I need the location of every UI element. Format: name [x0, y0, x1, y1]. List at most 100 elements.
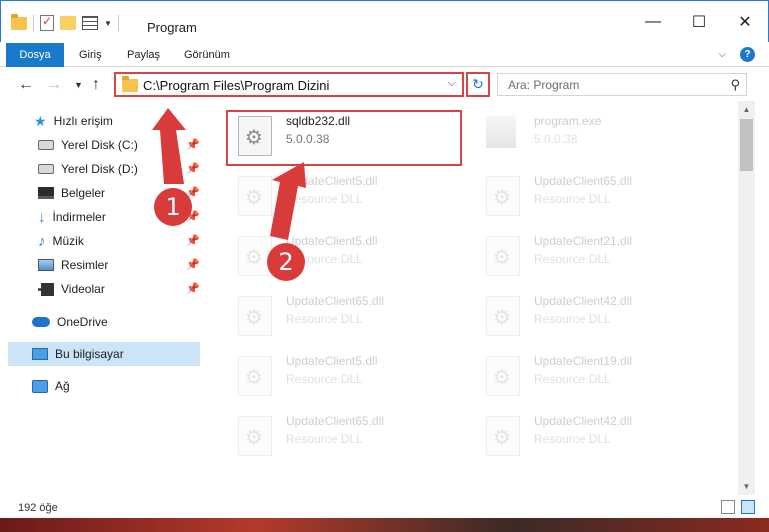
nav-label: Yerel Disk (C:) [61, 138, 138, 152]
close-button[interactable]: ✕ [722, 7, 768, 37]
nav-quick-access[interactable]: ★ Hızlı erişim [34, 110, 113, 132]
pin-icon[interactable]: 📌 [186, 138, 200, 151]
nav-this-pc[interactable]: Bu bilgisayar [32, 343, 124, 365]
file-name: UpdateClient5.dll [286, 354, 378, 368]
nav-item-local-disk-c[interactable]: Yerel Disk (C:) [38, 134, 138, 156]
nav-item-videos[interactable]: Videolar [38, 278, 105, 300]
title-bar: ▼ Program — ☐ ✕ [0, 0, 769, 42]
exe-file-icon [486, 116, 516, 148]
refresh-button[interactable]: ↻ [466, 72, 490, 97]
pin-icon[interactable]: 📌 [186, 282, 200, 295]
new-folder-icon[interactable] [60, 16, 76, 30]
nav-label: Hızlı erişim [53, 114, 113, 128]
tab-view[interactable]: Görünüm [184, 43, 230, 67]
file-name: UpdateClient19.dll [534, 354, 633, 368]
computer-icon [32, 348, 48, 360]
file-name: UpdateClient65.dll [286, 414, 385, 428]
nav-label: Resimler [61, 258, 109, 272]
dll-file-icon [486, 296, 520, 336]
dll-file-icon [238, 356, 272, 396]
scroll-down-icon[interactable]: ▼ [738, 478, 755, 495]
scroll-thumb[interactable] [740, 119, 753, 171]
file-type: Resource DLL [534, 432, 611, 446]
nav-item-downloads[interactable]: ↓ İndirmeler [38, 206, 106, 228]
help-icon[interactable]: ? [740, 47, 755, 62]
tiles-view-icon[interactable] [741, 500, 755, 514]
file-type: Resource DLL [534, 312, 611, 326]
nav-item-pictures[interactable]: Resimler [38, 254, 108, 276]
quick-access-toolbar: ▼ [11, 13, 119, 31]
nav-item-local-disk-d[interactable]: Yerel Disk (D:) [38, 158, 138, 180]
callout-1: 1 [154, 188, 192, 226]
tab-file[interactable]: Dosya [6, 43, 64, 67]
dll-file-icon [486, 416, 520, 456]
minimize-button[interactable]: — [630, 7, 676, 37]
file-type: Resource DLL [534, 372, 611, 386]
expand-ribbon-icon[interactable]: ⌵ [718, 49, 726, 60]
file-name: UpdateClient21.dll [534, 234, 633, 248]
file-item[interactable]: UpdateClient65.dll Resource DLL [222, 286, 462, 340]
nav-label: İndirmeler [52, 210, 106, 224]
chevron-down-icon[interactable]: ▼ [104, 19, 112, 28]
nav-label: Videolar [61, 282, 105, 296]
file-name: UpdateClient65.dll [286, 294, 385, 308]
nav-item-documents[interactable]: Belgeler [38, 182, 105, 204]
status-bar: 192 öğe [0, 500, 769, 518]
search-icon[interactable]: ⚲ [730, 77, 740, 93]
details-view-icon[interactable] [721, 500, 735, 514]
cloud-icon [32, 317, 50, 327]
address-bar[interactable]: C:\Program Files\Program Dizini ⌵ [114, 72, 464, 97]
nav-onedrive[interactable]: OneDrive [32, 311, 108, 333]
file-item[interactable]: UpdateClient42.dll Resource DLL [470, 406, 710, 460]
vertical-scrollbar[interactable]: ▲ ▼ [738, 101, 755, 495]
file-highlight-box [226, 110, 462, 166]
forward-arrow-icon[interactable]: → [46, 76, 62, 94]
star-icon: ★ [34, 113, 47, 129]
music-icon: ♪ [38, 232, 46, 250]
file-item[interactable]: UpdateClient5.dll Resource DLL [222, 346, 462, 400]
tab-share[interactable]: Paylaş [127, 43, 160, 67]
item-count: 192 öğe [18, 502, 58, 514]
videos-icon [38, 282, 54, 296]
nav-item-music[interactable]: ♪ Müzik [38, 230, 84, 252]
view-options-icon[interactable] [82, 16, 98, 30]
chevron-down-icon[interactable]: ⌵ [448, 77, 456, 90]
file-name: UpdateClient42.dll [534, 414, 633, 428]
scroll-up-icon[interactable]: ▲ [738, 101, 755, 118]
divider [33, 15, 34, 31]
nav-label: OneDrive [57, 315, 108, 329]
file-item[interactable]: UpdateClient19.dll Resource DLL [470, 346, 710, 400]
file-type: Resource DLL [286, 312, 363, 326]
address-path[interactable]: C:\Program Files\Program Dizini [143, 78, 329, 93]
nav-network[interactable]: Ağ [32, 375, 70, 397]
pin-icon[interactable]: 📌 [186, 162, 200, 175]
dll-file-icon [486, 356, 520, 396]
divider [117, 15, 119, 31]
file-item[interactable]: UpdateClient21.dll Resource DLL [470, 226, 710, 280]
pin-icon[interactable]: 📌 [186, 258, 200, 271]
file-item[interactable]: UpdateClient65.dll Resource DLL [222, 406, 462, 460]
recent-locations-icon[interactable]: ▼ [74, 80, 83, 90]
file-name: UpdateClient65.dll [534, 174, 633, 188]
address-row: ← → ▼ ↑ C:\Program Files\Program Dizini … [0, 70, 769, 100]
file-item[interactable]: UpdateClient65.dll Resource DLL [470, 166, 710, 220]
file-item-program-exe[interactable]: program.exe 5.0.0.38 [470, 106, 710, 160]
file-item[interactable]: UpdateClient42.dll Resource DLL [470, 286, 710, 340]
pin-icon[interactable]: 📌 [186, 234, 200, 247]
search-input[interactable]: Ara: Program ⚲ [497, 73, 747, 96]
callout-2: 2 [267, 243, 305, 281]
dll-file-icon [238, 176, 272, 216]
tab-home[interactable]: Giriş [79, 43, 102, 67]
network-icon [32, 379, 48, 393]
back-arrow-icon[interactable]: ← [18, 76, 34, 94]
navigation-pane: ★ Hızlı erişim Yerel Disk (C:) 📌 Yerel D… [0, 104, 204, 494]
properties-icon[interactable] [40, 14, 54, 31]
up-arrow-icon[interactable]: ↑ [92, 76, 100, 94]
window-controls: — ☐ ✕ [630, 7, 768, 37]
file-item[interactable]: UpdateClient5.dll Resource DLL [222, 226, 462, 280]
ribbon-tabs: Dosya Giriş Paylaş Görünüm ⌵ ? [0, 43, 769, 67]
maximize-button[interactable]: ☐ [676, 7, 722, 37]
window-title: Program [147, 20, 197, 35]
drive-icon [38, 164, 54, 174]
file-item[interactable]: UpdateClient5.dll Resource DLL [222, 166, 462, 220]
